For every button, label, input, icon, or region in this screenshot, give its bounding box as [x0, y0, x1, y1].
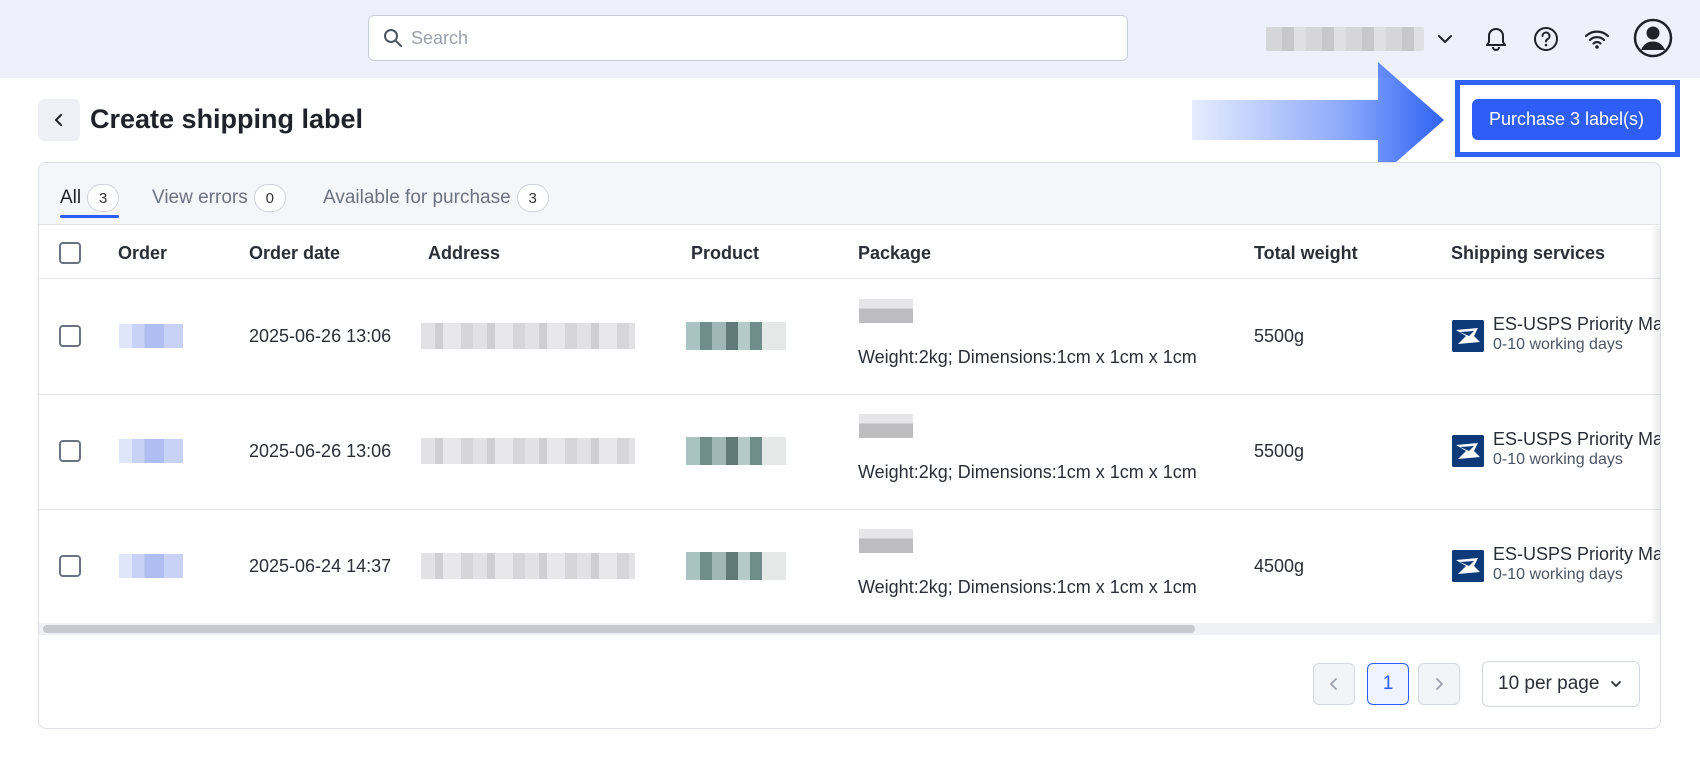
tab-view-errors[interactable]: View errors 0: [152, 178, 286, 218]
tab-label: All: [60, 187, 82, 208]
order-number-redacted[interactable]: [119, 324, 183, 348]
bell-icon[interactable]: [1482, 25, 1510, 53]
table-header: Order Order date Address Product Package…: [39, 226, 1660, 279]
page-number-button[interactable]: 1: [1367, 663, 1409, 705]
column-header-total-weight: Total weight: [1254, 243, 1358, 263]
per-page-label: 10 per page: [1498, 673, 1600, 694]
horizontal-scrollbar[interactable]: [39, 623, 1660, 635]
search-icon: [384, 29, 402, 47]
column-header-shipping-services: Shipping services: [1451, 243, 1606, 263]
order-number-redacted[interactable]: [119, 439, 183, 463]
total-weight: 5500g: [1254, 441, 1305, 461]
per-page-select[interactable]: 10 per page: [1482, 661, 1640, 707]
product-image-redacted: [686, 552, 786, 580]
package-details: Weight:2kg; Dimensions:1cm x 1cm x 1cm: [858, 347, 1197, 367]
tab-label: View errors: [152, 187, 248, 208]
package-name-redacted: [859, 414, 913, 438]
shipping-service-days: 0-10 working days: [1493, 566, 1623, 583]
select-all-checkbox[interactable]: [59, 242, 81, 264]
search-box[interactable]: [368, 15, 1128, 61]
row-checkbox[interactable]: [59, 440, 81, 462]
order-date: 2025-06-26 13:06: [249, 441, 392, 461]
column-header-product: Product: [691, 243, 760, 263]
chevron-left-icon: [55, 114, 62, 126]
table-row: 2025-06-24 14:37 Weight:2kg; Dimensions:…: [39, 510, 1660, 625]
product-image-redacted: [686, 322, 786, 350]
page-title: Create shipping label: [90, 104, 364, 134]
order-date: 2025-06-26 13:06: [249, 326, 392, 346]
usps-logo-icon: [1452, 550, 1484, 582]
user-avatar-icon[interactable]: [1633, 18, 1673, 58]
order-number-redacted[interactable]: [119, 554, 183, 578]
purchase-labels-button[interactable]: Purchase 3 label(s): [1472, 99, 1661, 140]
chevron-down-icon[interactable]: [1434, 28, 1456, 50]
package-name-redacted: [859, 299, 913, 323]
column-header-address: Address: [428, 243, 501, 263]
row-checkbox[interactable]: [59, 555, 81, 577]
chevron-left-icon: [1330, 678, 1337, 690]
column-header-order: Order: [118, 243, 168, 263]
package-name-redacted: [859, 529, 913, 553]
shipping-service-days: 0-10 working days: [1493, 336, 1623, 353]
back-button[interactable]: [38, 99, 80, 141]
tab-available-for-purchase[interactable]: Available for purchase 3: [323, 178, 549, 218]
package-details: Weight:2kg; Dimensions:1cm x 1cm x 1cm: [858, 577, 1197, 597]
column-header-package: Package: [858, 243, 932, 263]
usps-logo-icon: [1452, 435, 1484, 467]
tab-bar: All 3 View errors 0 Available for purcha…: [39, 163, 1660, 225]
annotation-arrow-icon: [1192, 62, 1444, 178]
chevron-right-icon: [1436, 678, 1443, 690]
shipping-service-name: ES-USPS Priority Ma: [1493, 429, 1661, 449]
shipping-service-name: ES-USPS Priority Ma: [1493, 544, 1661, 564]
next-page-button[interactable]: [1418, 663, 1460, 705]
search-input[interactable]: [411, 27, 1091, 49]
address-redacted: [421, 323, 635, 349]
total-weight: 5500g: [1254, 326, 1305, 346]
shipping-service-name: ES-USPS Priority Ma: [1493, 314, 1661, 334]
table-scroll-shadow: [1650, 226, 1660, 623]
chevron-down-icon: [1611, 681, 1622, 687]
previous-page-button[interactable]: [1313, 663, 1355, 705]
top-bar: [0, 0, 1700, 78]
table-row: 2025-06-26 13:06 Weight:2kg; Dimensions:…: [39, 280, 1660, 395]
address-redacted: [421, 438, 635, 464]
labels-card: All 3 View errors 0 Available for purcha…: [38, 162, 1661, 729]
total-weight: 4500g: [1254, 556, 1305, 576]
product-image-redacted: [686, 437, 786, 465]
tab-count-badge: 0: [253, 184, 286, 212]
shipping-service-days: 0-10 working days: [1493, 451, 1623, 468]
column-header-order-date: Order date: [249, 243, 341, 263]
help-icon[interactable]: [1532, 25, 1560, 53]
tab-label: Available for purchase: [323, 187, 511, 208]
usps-logo-icon: [1452, 320, 1484, 352]
account-name-redacted[interactable]: [1266, 27, 1424, 51]
scrollbar-thumb[interactable]: [43, 625, 1195, 633]
package-details: Weight:2kg; Dimensions:1cm x 1cm x 1cm: [858, 462, 1197, 482]
address-redacted: [421, 553, 635, 579]
table-row: 2025-06-26 13:06 Weight:2kg; Dimensions:…: [39, 395, 1660, 510]
tab-all[interactable]: All 3: [60, 178, 120, 218]
wifi-icon[interactable]: [1583, 25, 1611, 53]
order-date: 2025-06-24 14:37: [249, 556, 392, 576]
tab-count-badge: 3: [516, 184, 549, 212]
tab-count-badge: 3: [87, 184, 120, 212]
row-checkbox[interactable]: [59, 325, 81, 347]
